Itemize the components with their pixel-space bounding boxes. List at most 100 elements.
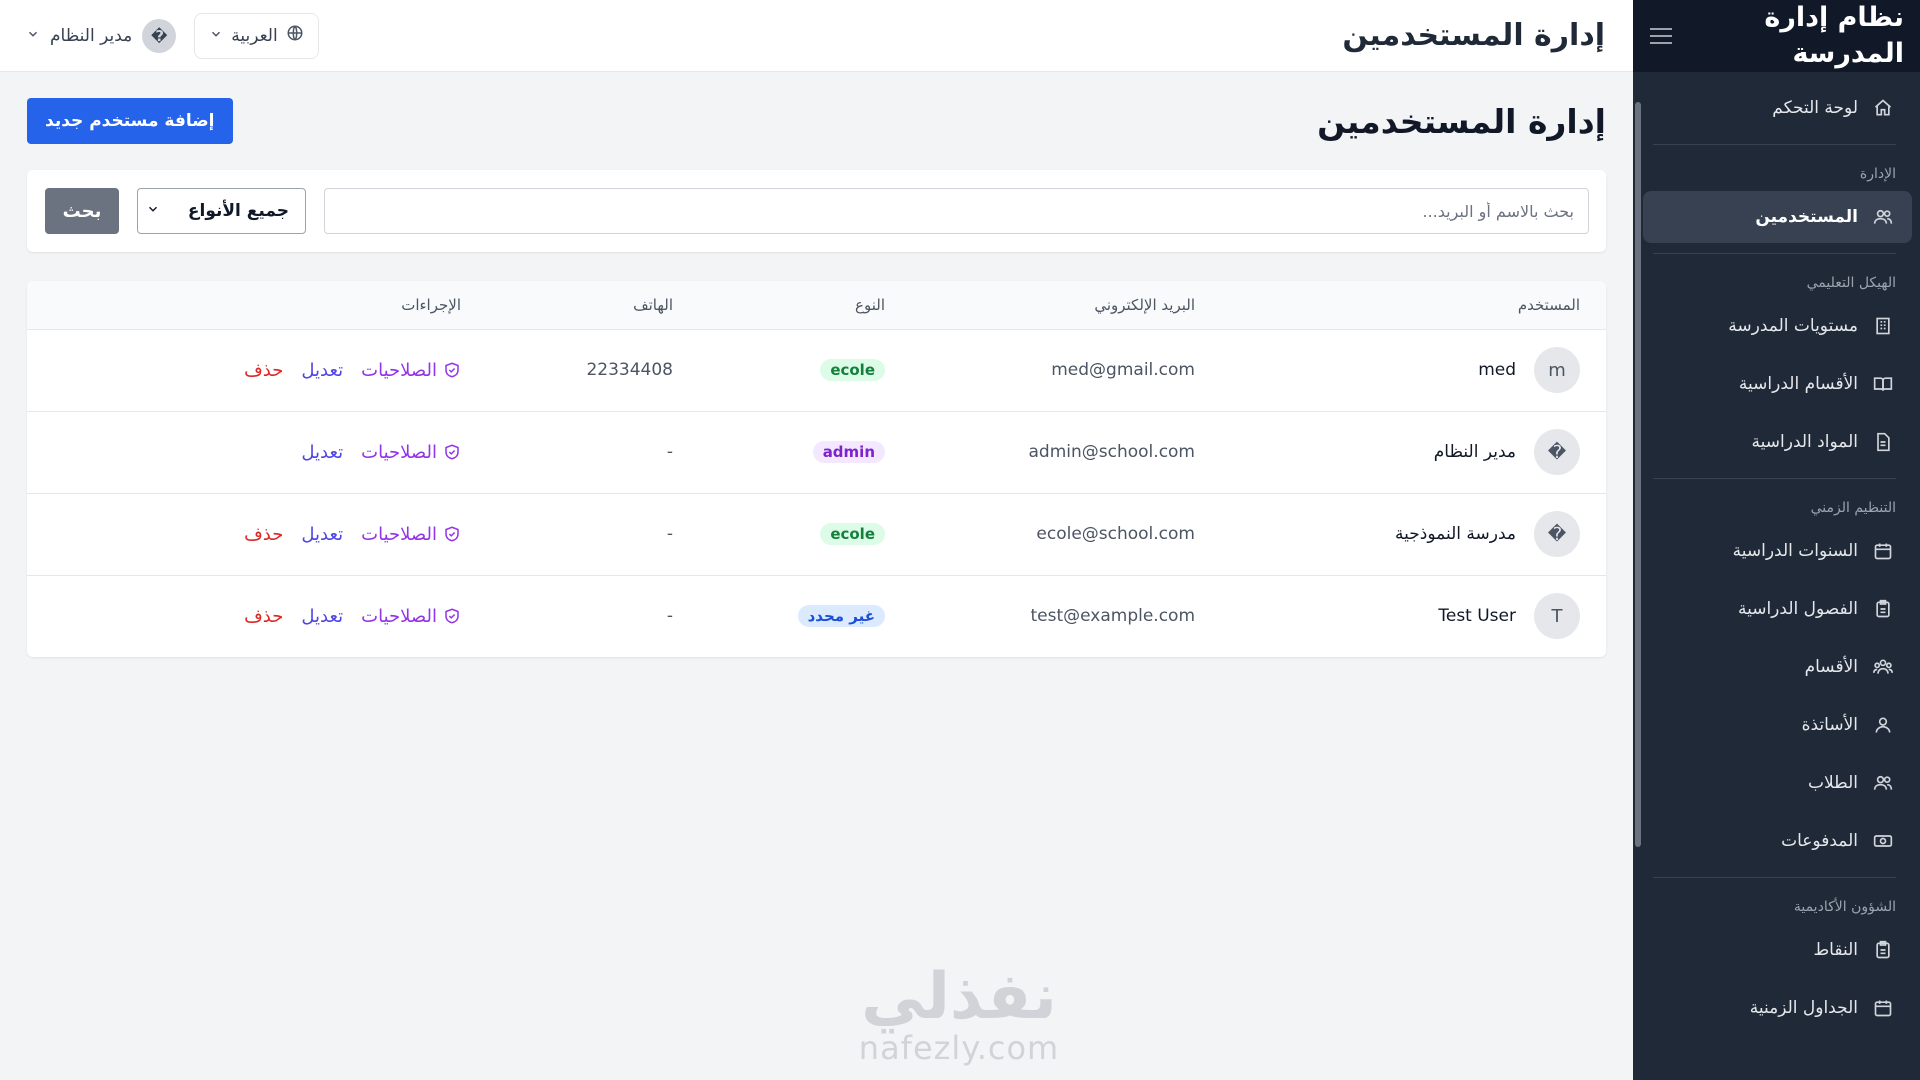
sidebar-item-schedule-3[interactable]: الأساتذة	[1643, 699, 1912, 751]
user-avatar: T	[1534, 593, 1580, 640]
shield-check-icon	[443, 607, 461, 625]
filter-bar: جميع الأنواع بحث	[27, 170, 1606, 252]
delete-link[interactable]: حذف	[244, 606, 283, 627]
permissions-label: الصلاحيات	[361, 359, 437, 381]
permissions-link[interactable]: الصلاحيات	[361, 442, 461, 463]
user-name: مدرسة النموذجية	[1395, 524, 1516, 544]
search-input[interactable]	[324, 188, 1589, 234]
sidebar-header: نظام إدارة المدرسة	[1633, 0, 1920, 72]
sidebar-item-academic-0[interactable]: النقاط	[1643, 924, 1912, 976]
sidebar-item-structure-2[interactable]: المواد الدراسية	[1643, 416, 1912, 468]
email-cell: ecole@school.com	[1036, 524, 1195, 544]
sidebar-item-academic-1[interactable]: الجداول الزمنية	[1643, 982, 1912, 1034]
permissions-link[interactable]: الصلاحيات	[361, 360, 461, 381]
delete-link[interactable]: حذف	[244, 360, 283, 381]
actions-cell: الصلاحيات تعديل	[27, 411, 487, 493]
type-cell: غير محدد	[699, 575, 911, 657]
add-user-button[interactable]: إضافة مستخدم جديد	[27, 98, 233, 144]
user-cell: m med	[1221, 329, 1606, 411]
app-title: نظام إدارة المدرسة	[1764, 2, 1904, 69]
clipboard-icon	[1872, 598, 1894, 620]
table-row: T Test User test@example.com غير محدد - الصلا…	[27, 575, 1606, 657]
user-avatar: �	[1534, 429, 1580, 475]
group-icon	[1872, 656, 1894, 678]
sidebar-item-label: المواد الدراسية	[1751, 432, 1858, 452]
shield-check-icon	[443, 361, 461, 379]
table-header-row: المستخدم البريد الإلكتروني النوع الهاتف …	[27, 281, 1606, 329]
users-table: المستخدم البريد الإلكتروني النوع الهاتف …	[27, 281, 1606, 657]
user-menu[interactable]: � مدير النظام	[26, 18, 177, 53]
page-header: إدارة المستخدمين إضافة مستخدم جديد	[27, 72, 1606, 170]
search-button[interactable]: بحث	[45, 188, 119, 234]
edit-link[interactable]: تعديل	[301, 442, 343, 463]
table-row: m med med@gmail.com ecole 22334408 الصلاحيات ت…	[27, 329, 1606, 411]
sidebar-section-label-schedule: التنظيم الزمني	[1810, 500, 1896, 516]
sidebar-item-label: الطلاب	[1808, 773, 1858, 793]
sidebar-item-schedule-1[interactable]: الفصول الدراسية	[1643, 583, 1912, 635]
main-content: إدارة المستخدمين إضافة مستخدم جديد جميع …	[0, 72, 1633, 1080]
column-header-email: البريد الإلكتروني	[1094, 295, 1195, 314]
type-cell: admin	[699, 411, 911, 493]
watermark-arabic: نفذلي	[861, 960, 1057, 1034]
sidebar-item-structure-0[interactable]: مستويات المدرسة	[1643, 300, 1912, 352]
edit-link[interactable]: تعديل	[301, 606, 343, 627]
chevron-down-icon	[209, 26, 223, 46]
building-icon	[1872, 315, 1894, 337]
sidebar-item-dashboard[interactable]: لوحة التحكم	[1643, 82, 1912, 134]
actions-cell: الصلاحيات تعديل حذف	[27, 575, 487, 657]
sidebar-divider	[1653, 877, 1896, 878]
sidebar-item-schedule-5[interactable]: المدفوعات	[1643, 815, 1912, 867]
sidebar-item-label: الأقسام الدراسية	[1738, 374, 1858, 394]
type-badge: ecole	[820, 523, 885, 545]
table-row: � مدير النظام admin@school.com admin - الصلاح…	[27, 411, 1606, 493]
sidebar-divider	[1653, 478, 1896, 479]
user-icon	[1872, 714, 1894, 736]
permissions-link[interactable]: الصلاحيات	[361, 524, 461, 545]
sidebar-item-structure-1[interactable]: الأقسام الدراسية	[1643, 358, 1912, 410]
users-table-body: m med med@gmail.com ecole 22334408 الصلاحيات ت…	[27, 329, 1606, 657]
user-avatar: �	[1534, 511, 1580, 557]
type-filter-select[interactable]: جميع الأنواع	[137, 188, 306, 234]
book-icon	[1872, 373, 1894, 395]
watermark: نفذلي nafezly.com	[852, 965, 1066, 1067]
edit-link[interactable]: تعديل	[301, 360, 343, 381]
phone-cell: -	[666, 606, 673, 627]
users-table-card: المستخدم البريد الإلكتروني النوع الهاتف …	[27, 281, 1606, 657]
sidebar-item-schedule-2[interactable]: الأقسام	[1643, 641, 1912, 693]
permissions-link[interactable]: الصلاحيات	[361, 606, 461, 627]
sidebar-scrollbar[interactable]	[1635, 102, 1641, 847]
sidebar-item-admin-0[interactable]: المستخدمين	[1643, 191, 1912, 243]
column-header-phone: الهاتف	[633, 295, 673, 314]
actions-cell: الصلاحيات تعديل حذف	[27, 493, 487, 575]
watermark-latin: nafezly.com	[858, 1029, 1060, 1067]
page-title: إدارة المستخدمين	[1317, 101, 1606, 141]
type-badge: ecole	[820, 359, 885, 381]
delete-link[interactable]: حذف	[244, 524, 283, 545]
type-badge: admin	[812, 441, 885, 463]
sidebar-item-schedule-0[interactable]: السنوات الدراسية	[1643, 525, 1912, 577]
type-badge: غير محدد	[797, 605, 885, 628]
language-switcher[interactable]: العربية	[194, 12, 319, 59]
phone-cell: -	[666, 442, 673, 462]
permissions-label: الصلاحيات	[361, 441, 437, 463]
sidebar-nav: لوحة التحكم الإدارة المستخدمين الهيكل التع…	[1633, 82, 1920, 1034]
edit-link[interactable]: تعديل	[301, 524, 343, 545]
shield-check-icon	[443, 443, 461, 461]
hamburger-menu-icon[interactable]	[1643, 18, 1679, 54]
sidebar-item-label: النقاط	[1813, 940, 1858, 960]
sidebar-item-label: الأقسام	[1804, 657, 1858, 677]
calendar-icon	[1872, 997, 1894, 1019]
user-name: Test User	[1438, 606, 1516, 627]
sidebar-item-label: الجداول الزمنية	[1749, 998, 1858, 1018]
calendar-icon	[1872, 540, 1894, 562]
user-avatar: m	[1534, 347, 1580, 393]
sidebar-section-label-academic: الشؤون الأكاديمية	[1793, 899, 1896, 915]
users-icon	[1872, 206, 1894, 228]
cash-icon	[1872, 830, 1894, 852]
header-controls: العربية � مدير النظام	[26, 12, 319, 59]
permissions-label: الصلاحيات	[361, 523, 437, 545]
user-name: مدير النظام	[1433, 442, 1516, 462]
chevron-down-icon	[146, 201, 160, 221]
type-cell: ecole	[699, 329, 911, 411]
sidebar-item-schedule-4[interactable]: الطلاب	[1643, 757, 1912, 809]
